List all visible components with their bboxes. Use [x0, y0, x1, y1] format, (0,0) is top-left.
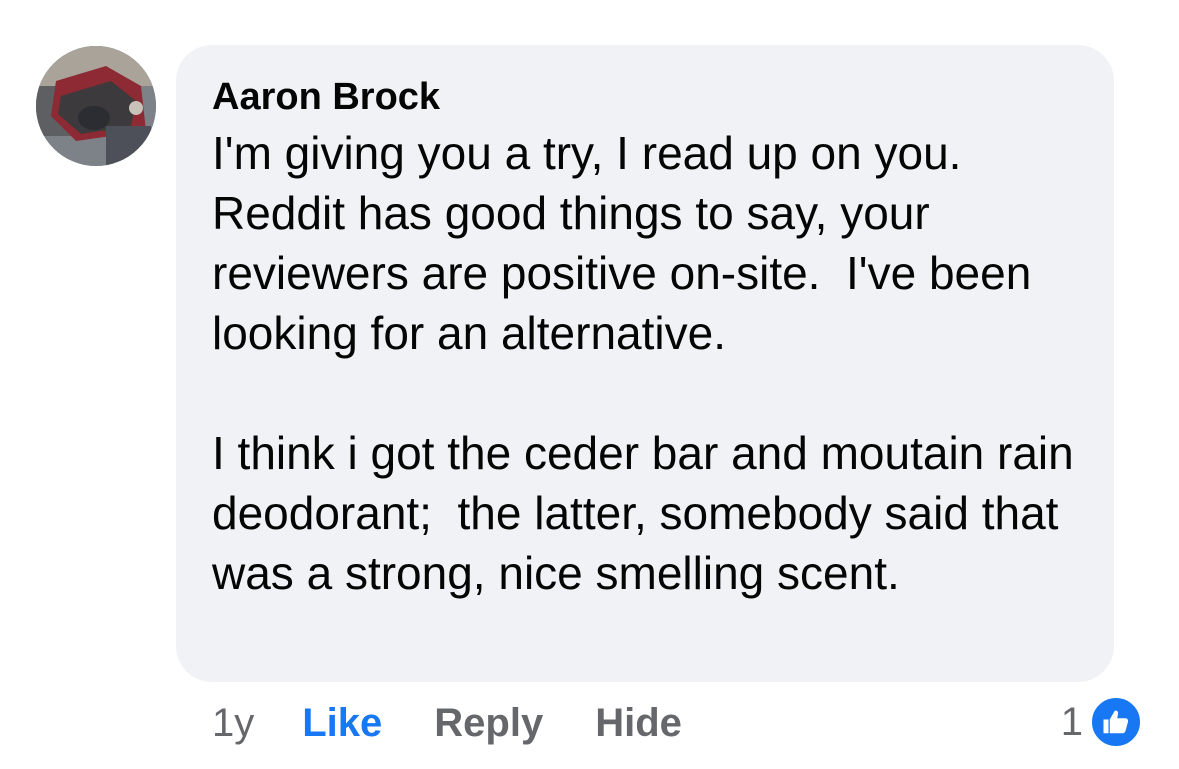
comment-timestamp[interactable]: 1y — [212, 701, 254, 746]
avatar[interactable] — [36, 46, 156, 166]
comment-text: I'm giving you a try, I read up on you. … — [212, 127, 1074, 599]
comment-bubble: Aaron Brock I'm giving you a try, I read… — [176, 45, 1114, 682]
reply-button[interactable]: Reply — [434, 701, 543, 746]
thumbs-up-icon — [1089, 695, 1143, 749]
like-button[interactable]: Like — [302, 701, 382, 746]
reaction-count: 1 — [1060, 699, 1083, 744]
reaction-summary[interactable]: 1 — [1060, 695, 1143, 749]
avatar-photo — [36, 46, 156, 166]
author-name[interactable]: Aaron Brock — [212, 75, 1078, 119]
comment-actions: 1y Like Reply Hide — [212, 698, 734, 748]
hide-button[interactable]: Hide — [595, 701, 682, 746]
